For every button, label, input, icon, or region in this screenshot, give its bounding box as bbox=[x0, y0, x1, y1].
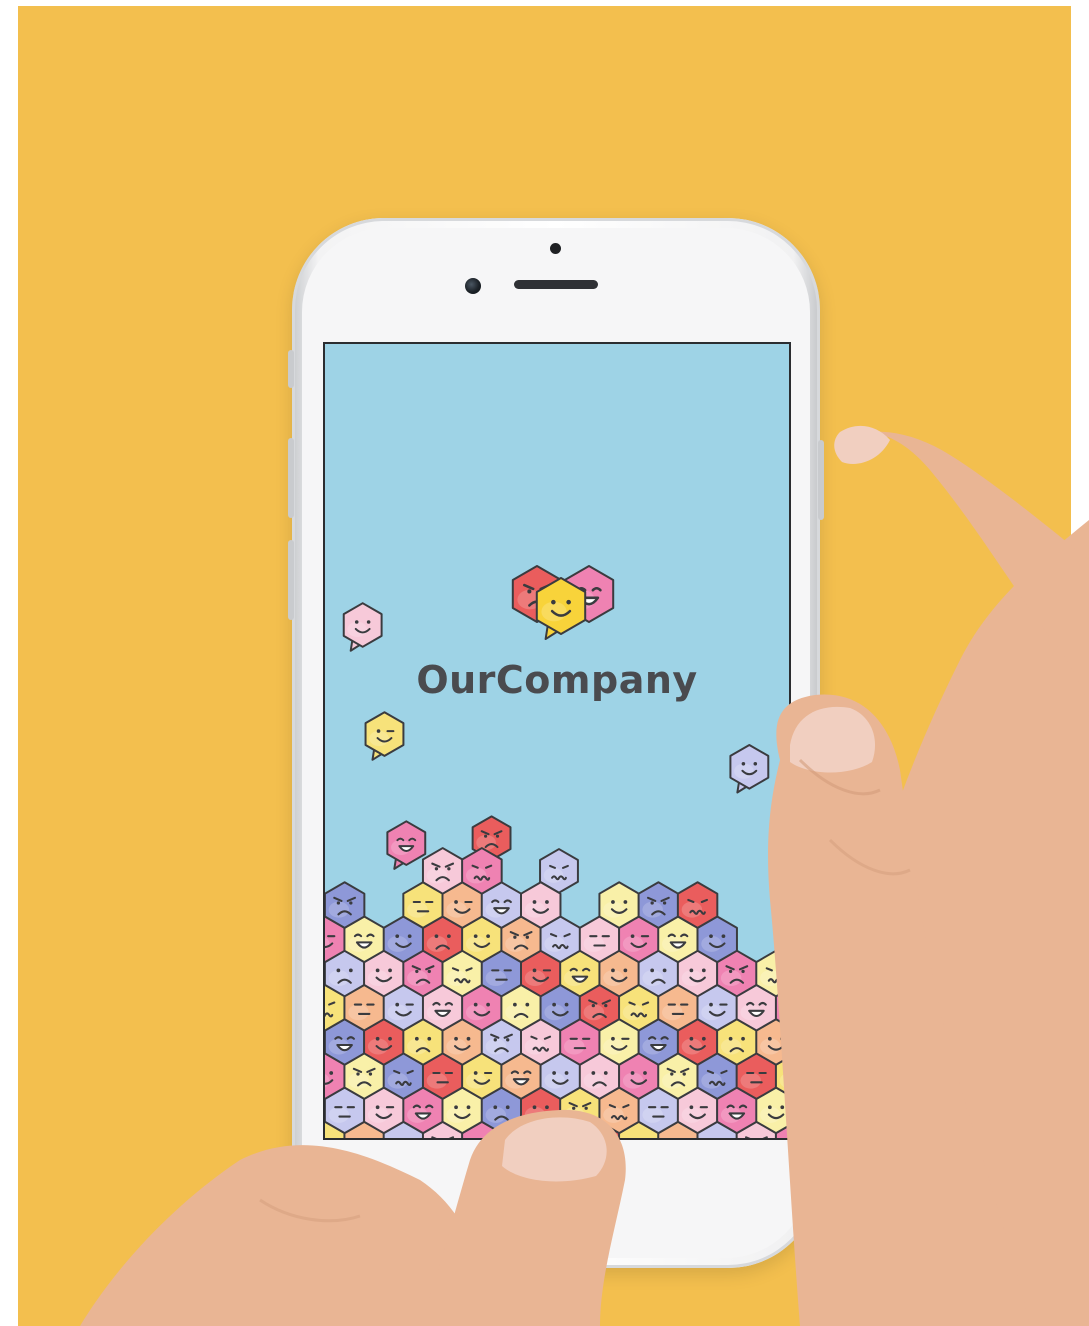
yellow-wink-bubble-icon bbox=[364, 711, 405, 761]
app-splash-screen[interactable]: OurCompany bbox=[323, 342, 791, 1140]
hex-emoji-bubble-icon bbox=[676, 881, 719, 929]
earpiece-speaker-icon bbox=[514, 280, 598, 289]
hex-emoji-bubble-icon bbox=[520, 881, 562, 929]
brand-name: OurCompany bbox=[416, 658, 698, 702]
volume-down-button bbox=[288, 540, 294, 620]
emoji-bubble-field bbox=[325, 602, 789, 1138]
hex-emoji-bubble-icon bbox=[421, 847, 464, 895]
mute-switch bbox=[288, 350, 294, 388]
hex-emoji-bubble-icon bbox=[598, 881, 640, 929]
logo-yellow-bubble-icon bbox=[535, 577, 587, 641]
front-camera-icon bbox=[465, 278, 481, 294]
pink-smile-bubble-icon bbox=[342, 602, 383, 652]
power-button bbox=[818, 440, 824, 520]
volume-up-button bbox=[288, 438, 294, 518]
proximity-sensor-icon bbox=[550, 243, 561, 254]
photo-stage: OurCompany bbox=[0, 0, 1089, 1326]
pink-grin-bubble-icon bbox=[386, 820, 427, 870]
grey-smile-bubble-icon bbox=[729, 743, 770, 794]
brand-logo-icon bbox=[511, 565, 615, 641]
